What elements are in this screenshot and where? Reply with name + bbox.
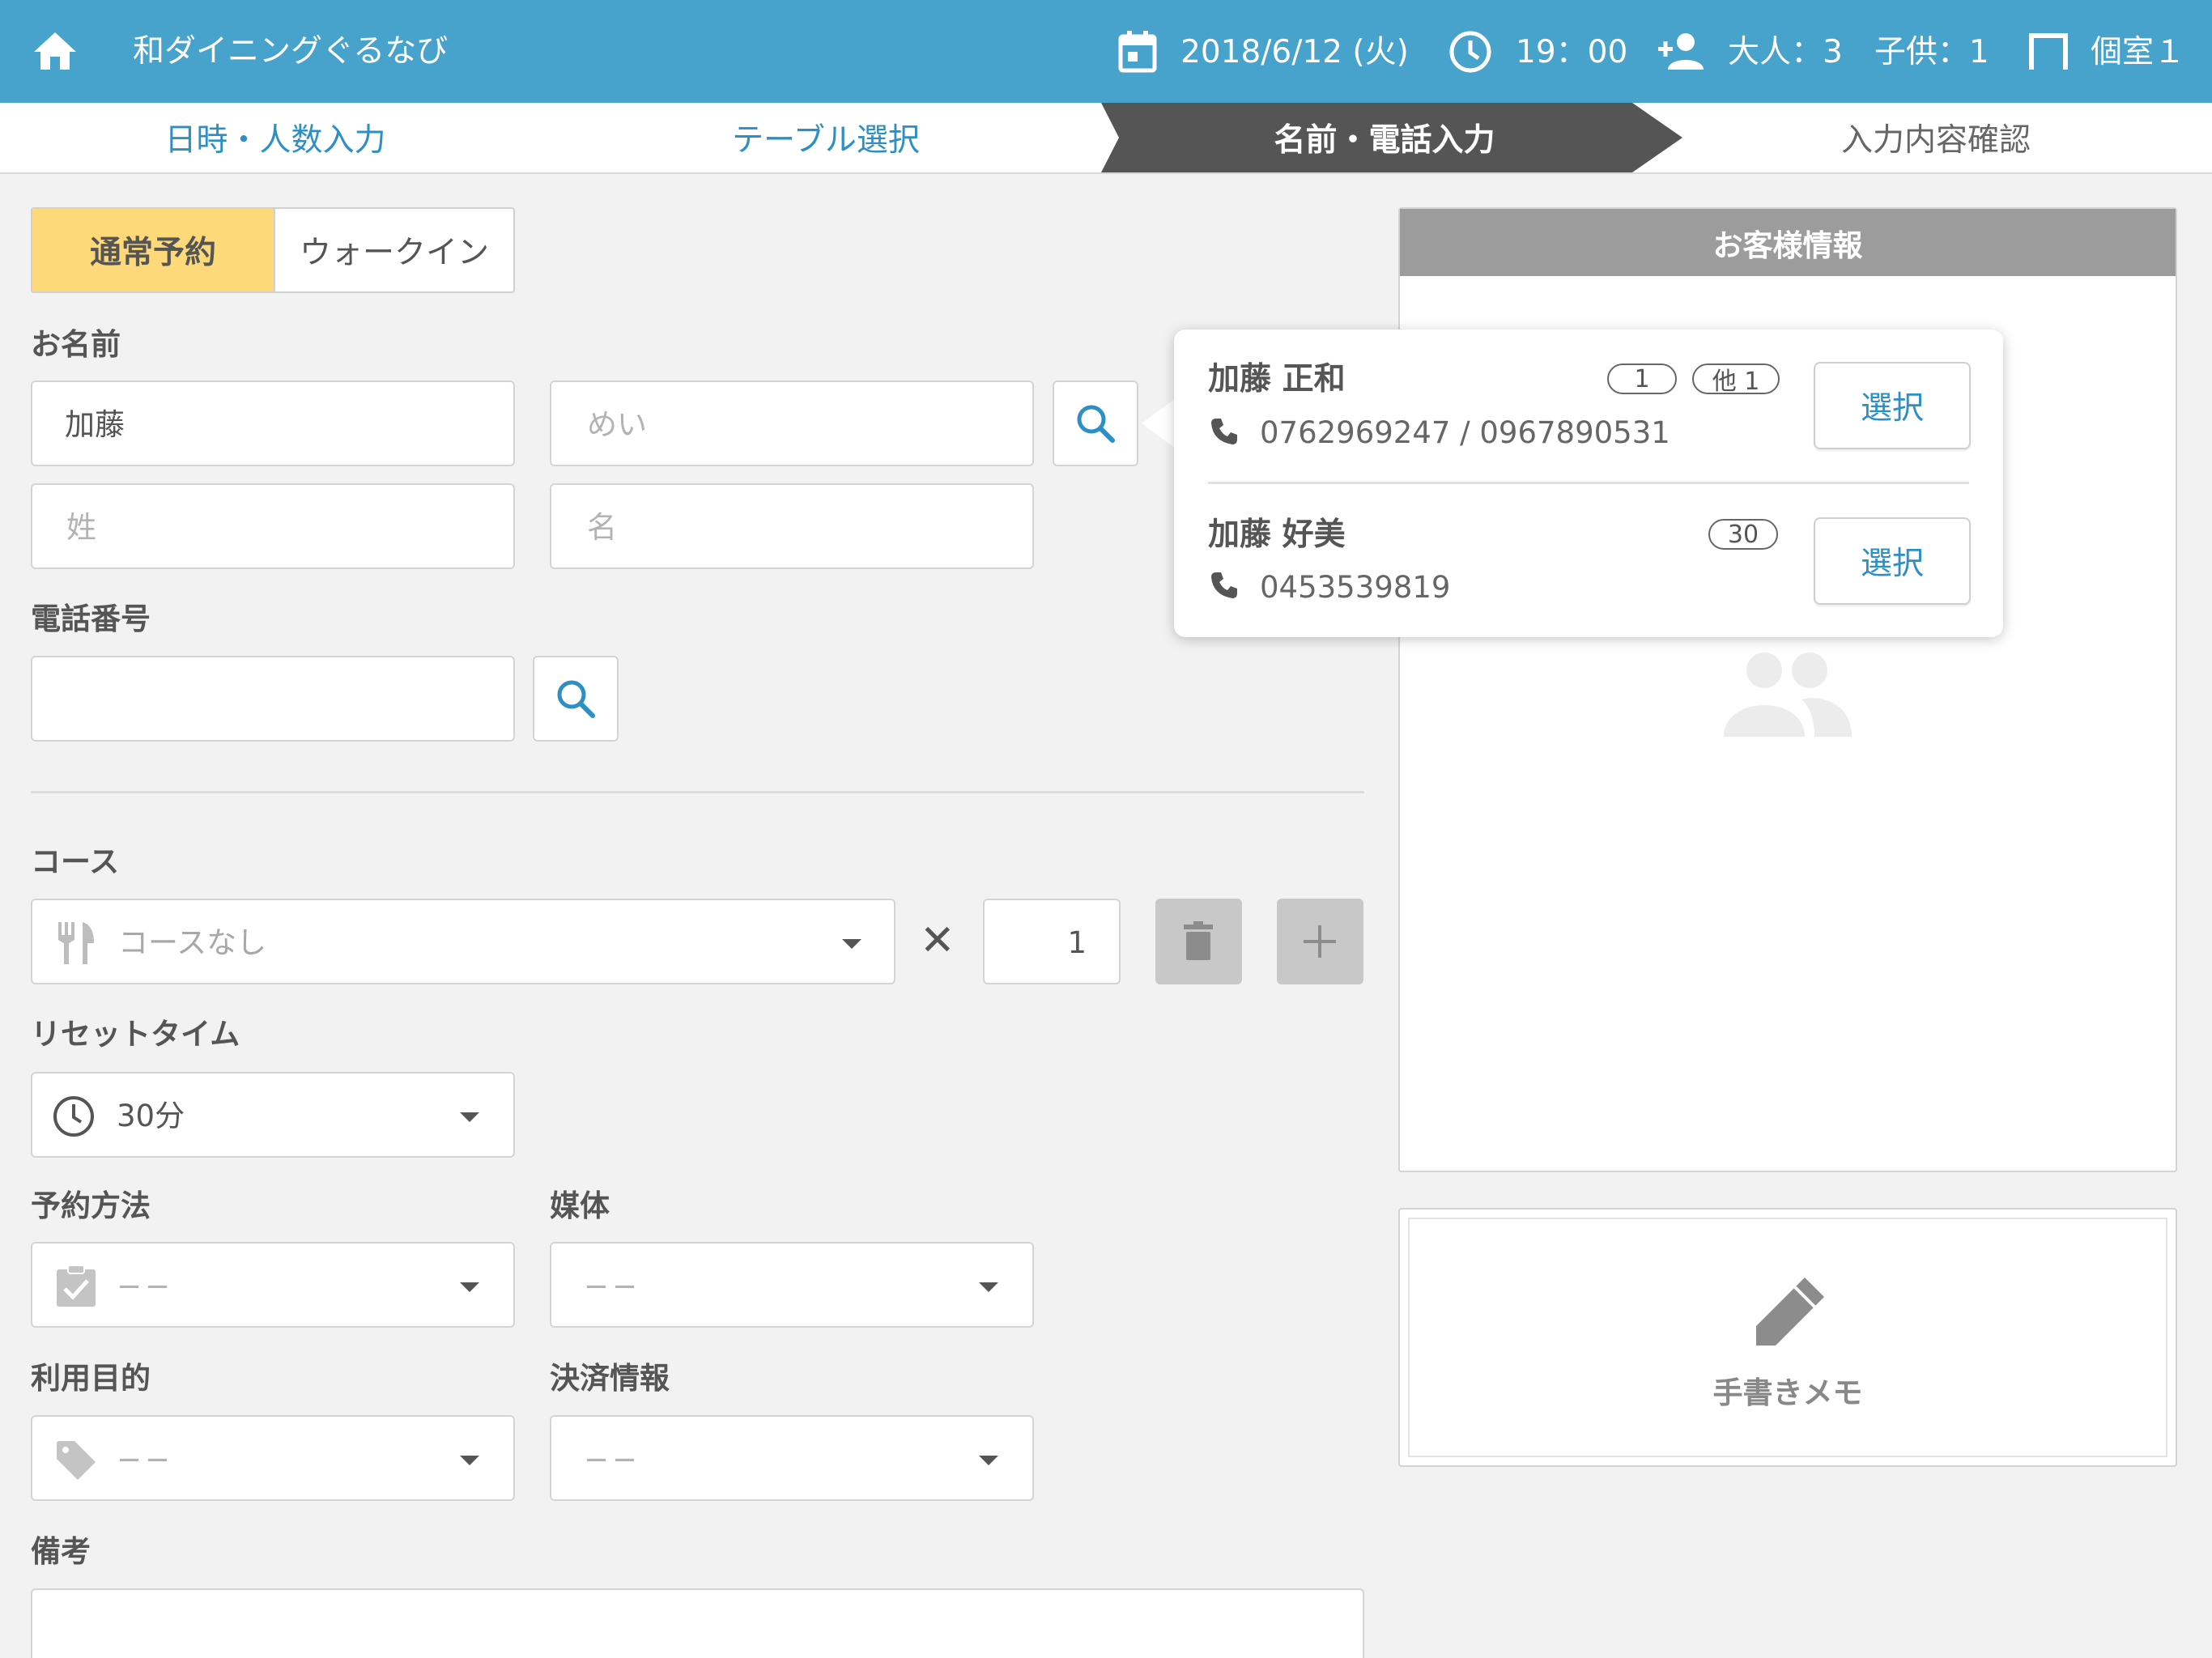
kana-last-name-input[interactable]: 加藤 bbox=[31, 380, 515, 466]
media-value: −− bbox=[584, 1269, 641, 1303]
search-icon bbox=[1074, 402, 1119, 447]
notes-textarea[interactable] bbox=[31, 1588, 1364, 1658]
select-customer-button[interactable]: 選択 bbox=[1814, 362, 1971, 449]
last-name-placeholder: 姓 bbox=[66, 510, 96, 545]
home-icon[interactable] bbox=[31, 29, 79, 73]
cutlery-icon bbox=[53, 920, 99, 966]
select-customer-button[interactable]: 選択 bbox=[1814, 517, 1971, 605]
reservation-date[interactable]: 2018/6/12 (火) bbox=[1180, 36, 1409, 68]
first-name-input[interactable]: 名 bbox=[550, 483, 1034, 569]
tag-icon bbox=[55, 1439, 97, 1482]
app-header: 和ダイニングぐるなび 2018/6/12 (火) 19：00 大人：3 子供：1… bbox=[0, 0, 2212, 103]
reset-time-label: リセットタイム bbox=[31, 1017, 240, 1052]
party-size[interactable]: 大人：3 子供：1 bbox=[1728, 36, 1989, 68]
name-search-button[interactable] bbox=[1053, 380, 1138, 466]
chevron-down-icon bbox=[979, 1456, 998, 1465]
customer-phone: 0453539819 bbox=[1260, 570, 1451, 605]
phone-search-button[interactable] bbox=[533, 656, 619, 742]
visit-count-badge: 30 bbox=[1708, 519, 1778, 550]
phone-input[interactable] bbox=[31, 656, 515, 742]
store-name: 和ダイニングぐるなび bbox=[133, 33, 449, 70]
first-name-placeholder: 名 bbox=[587, 510, 617, 545]
room-icon bbox=[2028, 32, 2069, 71]
section-divider bbox=[31, 791, 1364, 793]
step-datetime-party[interactable]: 日時・人数入力 bbox=[0, 103, 551, 172]
visit-count-badge: 1 bbox=[1607, 363, 1677, 394]
other-count-badge: 他 1 bbox=[1692, 363, 1780, 396]
trash-icon bbox=[1182, 921, 1214, 962]
walkin-tab[interactable]: ウォークイン bbox=[274, 209, 513, 291]
normal-reservation-tab[interactable]: 通常予約 bbox=[32, 209, 274, 291]
plus-icon bbox=[1302, 924, 1338, 959]
pencil-icon bbox=[1748, 1273, 1829, 1354]
booking-method-value: −− bbox=[117, 1269, 174, 1303]
kana-first-name-placeholder: めい bbox=[587, 407, 647, 442]
add-person-icon bbox=[1657, 31, 1708, 71]
customer-phone: 0762969247 / 0967890531 bbox=[1260, 415, 1670, 450]
multiply-icon: ✕ bbox=[920, 916, 955, 965]
step-name-phone: 名前・電話入力 bbox=[1274, 122, 1495, 159]
step-confirm: 入力内容確認 bbox=[1840, 122, 2031, 159]
reset-time-select[interactable]: 30分 bbox=[31, 1072, 515, 1158]
kana-last-name-value: 加藤 bbox=[65, 407, 125, 442]
media-label: 媒体 bbox=[550, 1188, 610, 1223]
payment-label: 決済情報 bbox=[550, 1361, 670, 1396]
clock-icon bbox=[52, 1095, 96, 1138]
kana-first-name-input[interactable]: めい bbox=[550, 380, 1034, 466]
delete-course-button[interactable] bbox=[1155, 899, 1242, 984]
calendar-icon bbox=[1117, 29, 1158, 73]
memo-label: 手書きメモ bbox=[1712, 1375, 1863, 1410]
booking-method-label: 予約方法 bbox=[31, 1188, 151, 1223]
step-table-select[interactable]: テーブル選択 bbox=[551, 103, 1101, 172]
course-quantity-value: 1 bbox=[1067, 925, 1087, 960]
search-icon bbox=[554, 677, 599, 722]
result-divider bbox=[1208, 482, 1969, 484]
customer-name: 加藤 好美 bbox=[1208, 517, 1346, 553]
reservation-time[interactable]: 19：00 bbox=[1516, 36, 1627, 68]
step-navigation: 日時・人数入力 テーブル選択 名前・電話入力 入力内容確認 bbox=[0, 103, 2212, 174]
notes-label: 備考 bbox=[31, 1534, 91, 1569]
reset-time-value: 30分 bbox=[117, 1099, 185, 1133]
purpose-select[interactable]: −− bbox=[31, 1415, 515, 1501]
add-course-button[interactable] bbox=[1277, 899, 1363, 984]
name-label: お名前 bbox=[31, 327, 121, 362]
purpose-label: 利用目的 bbox=[31, 1361, 151, 1396]
chevron-down-icon bbox=[460, 1282, 479, 1292]
chevron-down-icon bbox=[460, 1112, 479, 1122]
payment-select[interactable]: −− bbox=[550, 1415, 1034, 1501]
purpose-value: −− bbox=[117, 1442, 174, 1477]
phone-icon bbox=[1210, 417, 1239, 446]
handwritten-memo-panel[interactable]: 手書きメモ bbox=[1398, 1208, 2177, 1467]
clock-icon bbox=[1448, 30, 1492, 74]
phone-icon bbox=[1210, 571, 1239, 600]
phone-label: 電話番号 bbox=[31, 602, 151, 636]
booking-method-select[interactable]: −− bbox=[31, 1242, 515, 1328]
room-name[interactable]: 個室１ bbox=[2091, 36, 2185, 68]
chevron-down-icon bbox=[460, 1456, 479, 1465]
payment-value: −− bbox=[584, 1442, 641, 1477]
last-name-input[interactable]: 姓 bbox=[31, 483, 515, 569]
course-quantity-input[interactable]: 1 bbox=[983, 899, 1121, 984]
customer-info-title: お客様情報 bbox=[1400, 209, 2176, 276]
customer-search-popup: 加藤 正和 1 他 1 0762969247 / 0967890531 選択 加… bbox=[1174, 329, 2003, 637]
course-value: コースなし bbox=[118, 925, 267, 960]
people-icon bbox=[1722, 649, 1853, 738]
reservation-type-toggle: 通常予約 ウォークイン bbox=[31, 207, 515, 293]
chevron-down-icon bbox=[979, 1282, 998, 1292]
media-select[interactable]: −− bbox=[550, 1242, 1034, 1328]
clipboard-check-icon bbox=[55, 1265, 97, 1308]
chevron-down-icon bbox=[842, 939, 861, 949]
course-select[interactable]: コースなし bbox=[31, 899, 895, 984]
popup-arrow bbox=[1142, 398, 1176, 449]
customer-name: 加藤 正和 bbox=[1208, 361, 1346, 397]
course-label: コース bbox=[31, 844, 120, 879]
